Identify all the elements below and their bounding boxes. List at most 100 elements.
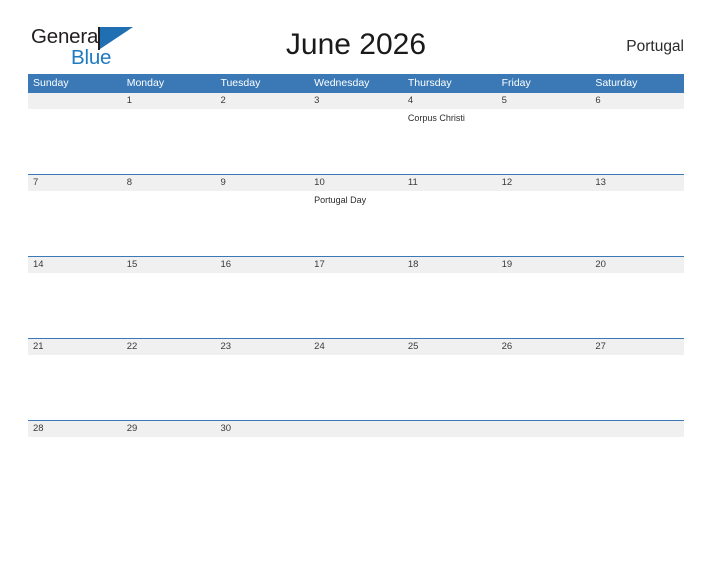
calendar-week-row: 21 22 23 24 25 26 27 — [28, 338, 684, 420]
day-number[interactable]: 3 — [309, 93, 403, 109]
day-cell[interactable] — [309, 355, 403, 420]
day-number[interactable]: 8 — [122, 175, 216, 191]
day-number[interactable]: 7 — [28, 175, 122, 191]
day-number[interactable]: 18 — [403, 257, 497, 273]
day-number[interactable]: 23 — [215, 339, 309, 355]
day-number[interactable]: 22 — [122, 339, 216, 355]
day-cell[interactable] — [122, 355, 216, 420]
day-cell[interactable] — [497, 355, 591, 420]
weekday-header-saturday: Saturday — [595, 77, 638, 89]
day-number[interactable]: 2 — [215, 93, 309, 109]
day-cell[interactable] — [403, 191, 497, 256]
page-title: June 2026 — [285, 28, 427, 61]
week-event-band: Portugal Day — [28, 191, 684, 256]
calendar-week-row: 7 8 9 10 11 12 13 Portugal Day — [28, 174, 684, 256]
day-cell[interactable] — [403, 437, 497, 453]
day-cell[interactable] — [309, 273, 403, 338]
country-label: Portugal — [626, 38, 684, 55]
day-cell[interactable] — [215, 109, 309, 174]
page-header: General Blue June 2026 Portugal — [28, 22, 684, 74]
day-cell[interactable] — [403, 355, 497, 420]
day-cell[interactable] — [590, 437, 684, 453]
day-number[interactable]: 28 — [28, 421, 122, 437]
calendar-week-row: 1 2 3 4 5 6 Corpus Christi — [28, 92, 684, 174]
day-cell[interactable] — [590, 191, 684, 256]
week-event-band — [28, 437, 684, 453]
day-cell[interactable]: Portugal Day — [309, 191, 403, 256]
day-cell[interactable] — [215, 273, 309, 338]
day-number[interactable] — [309, 421, 403, 437]
day-cell[interactable] — [215, 437, 309, 453]
day-number[interactable]: 9 — [215, 175, 309, 191]
day-cell[interactable] — [122, 191, 216, 256]
day-number[interactable]: 14 — [28, 257, 122, 273]
day-number[interactable]: 11 — [403, 175, 497, 191]
day-number[interactable]: 19 — [497, 257, 591, 273]
calendar-grid: Sunday Monday Tuesday Wednesday Thursday… — [28, 74, 684, 453]
day-cell[interactable] — [590, 355, 684, 420]
day-cell[interactable] — [309, 437, 403, 453]
day-number[interactable]: 20 — [590, 257, 684, 273]
week-date-band: 28 29 30 — [28, 420, 684, 437]
weekday-header-friday: Friday — [501, 77, 531, 89]
weekday-header-row: Sunday Monday Tuesday Wednesday Thursday… — [28, 74, 684, 92]
day-number[interactable]: 6 — [590, 93, 684, 109]
day-number[interactable]: 26 — [497, 339, 591, 355]
day-cell[interactable] — [403, 273, 497, 338]
weekday-header-thursday: Thursday — [407, 77, 452, 89]
calendar-page: General Blue June 2026 Portugal Sunday M… — [0, 22, 712, 572]
day-number[interactable] — [590, 421, 684, 437]
week-event-band — [28, 355, 684, 420]
week-date-band: 21 22 23 24 25 26 27 — [28, 338, 684, 355]
day-number[interactable]: 12 — [497, 175, 591, 191]
day-number[interactable]: 16 — [215, 257, 309, 273]
calendar-week-row: 28 29 30 — [28, 420, 684, 453]
day-cell[interactable] — [497, 191, 591, 256]
day-cell[interactable] — [309, 109, 403, 174]
day-number[interactable]: 29 — [122, 421, 216, 437]
day-number[interactable]: 5 — [497, 93, 591, 109]
day-number[interactable] — [403, 421, 497, 437]
day-number[interactable]: 4 — [403, 93, 497, 109]
day-cell[interactable] — [122, 273, 216, 338]
week-date-band: 7 8 9 10 11 12 13 — [28, 174, 684, 191]
day-event-label: Portugal Day — [314, 195, 367, 205]
day-cell[interactable] — [28, 273, 122, 338]
week-event-band: Corpus Christi — [28, 109, 684, 174]
day-cell[interactable] — [497, 273, 591, 338]
day-event-label: Corpus Christi — [407, 113, 465, 123]
weekday-header-sunday: Sunday — [33, 77, 69, 89]
day-number[interactable]: 30 — [215, 421, 309, 437]
day-cell[interactable] — [215, 191, 309, 256]
day-cell[interactable] — [590, 273, 684, 338]
day-cell[interactable] — [122, 109, 216, 174]
day-cell[interactable] — [497, 437, 591, 453]
week-date-band: 14 15 16 17 18 19 20 — [28, 256, 684, 273]
week-event-band — [28, 273, 684, 338]
week-date-band: 1 2 3 4 5 6 — [28, 92, 684, 109]
day-cell[interactable] — [215, 355, 309, 420]
day-cell[interactable] — [122, 437, 216, 453]
day-cell[interactable] — [28, 109, 122, 174]
weekday-header-tuesday: Tuesday — [220, 77, 261, 89]
day-cell[interactable] — [590, 109, 684, 174]
calendar-week-row: 14 15 16 17 18 19 20 — [28, 256, 684, 338]
day-cell[interactable]: Corpus Christi — [403, 109, 497, 174]
day-number[interactable]: 10 — [309, 175, 403, 191]
day-cell[interactable] — [28, 355, 122, 420]
day-cell[interactable] — [28, 191, 122, 256]
day-number[interactable]: 15 — [122, 257, 216, 273]
day-number[interactable]: 1 — [122, 93, 216, 109]
day-number[interactable]: 21 — [28, 339, 122, 355]
day-number[interactable]: 17 — [309, 257, 403, 273]
day-number[interactable] — [28, 93, 122, 109]
day-number[interactable]: 25 — [403, 339, 497, 355]
day-number[interactable]: 13 — [590, 175, 684, 191]
day-number[interactable]: 24 — [309, 339, 403, 355]
day-cell[interactable] — [28, 437, 122, 453]
day-cell[interactable] — [497, 109, 591, 174]
weekday-header-wednesday: Wednesday — [314, 77, 370, 89]
day-number[interactable] — [497, 421, 591, 437]
day-number[interactable]: 27 — [590, 339, 684, 355]
weekday-header-monday: Monday — [126, 77, 165, 89]
